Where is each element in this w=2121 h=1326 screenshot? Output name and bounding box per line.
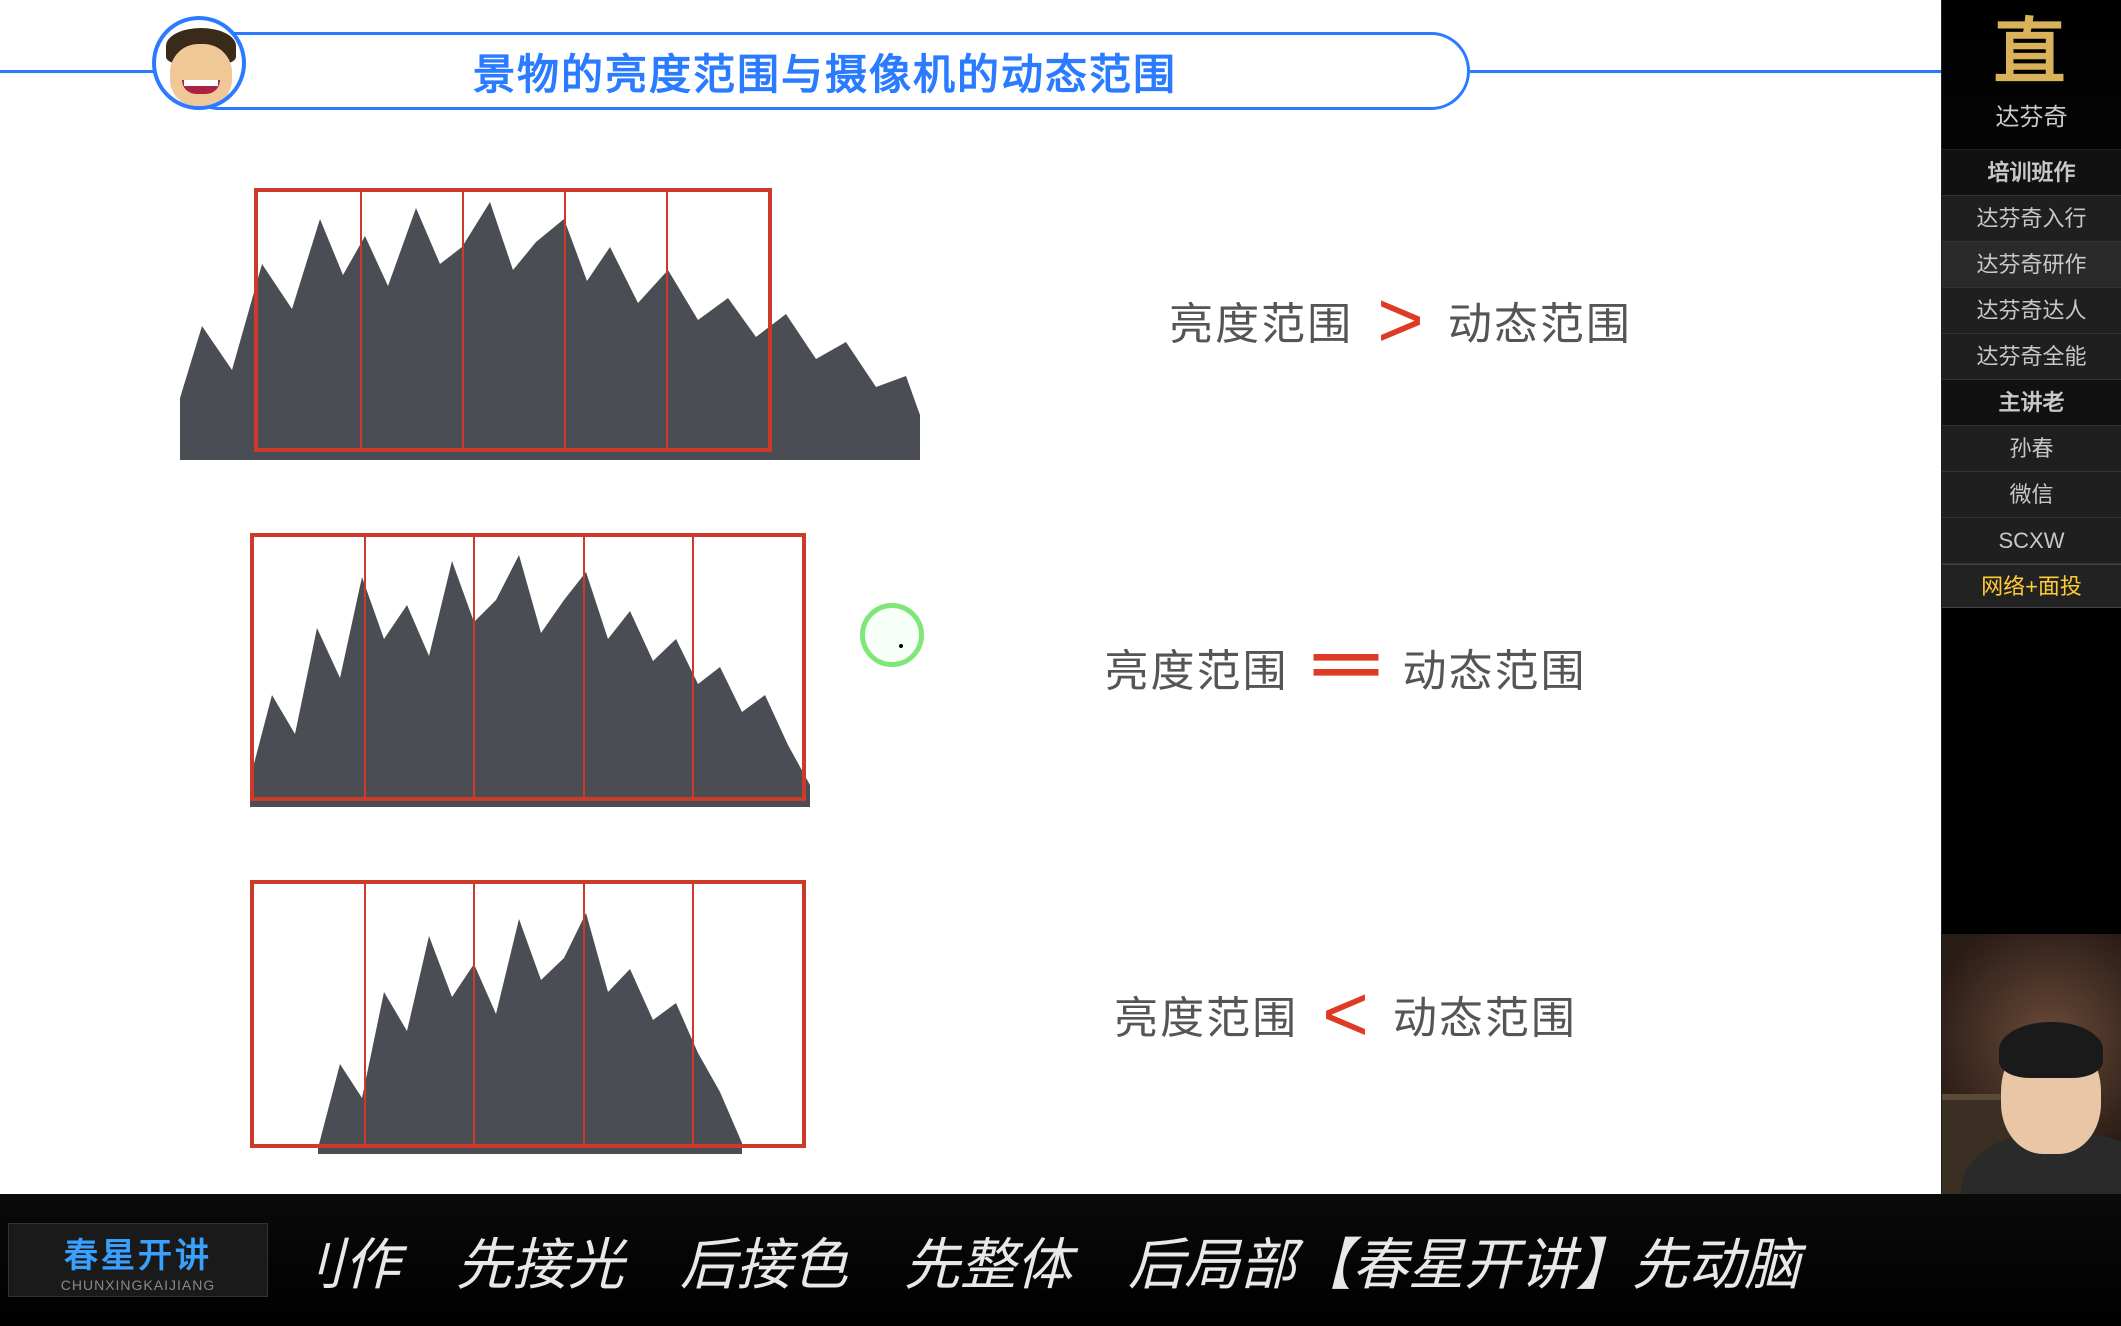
bottom-marquee: 春星开讲 CHUNXINGKAIJIANG 刂作 先接光 后接色 先整体 后局部… xyxy=(0,1194,2121,1326)
diagram-row-gt: 亮度范围 > 动态范围 xyxy=(180,170,1881,470)
title-rule-right xyxy=(1470,70,1941,73)
waveform-gt xyxy=(180,180,920,460)
equation-eq-lhs: 亮度范围 xyxy=(1105,635,1289,699)
sidebar-item-course-4[interactable]: 达芬奇全能 xyxy=(1942,334,2121,380)
equation-lt: 亮度范围 < 动态范围 xyxy=(810,974,1881,1054)
equation-gt: 亮度范围 > 动态范围 xyxy=(920,280,1881,360)
greater-than-icon: > xyxy=(1377,280,1424,360)
sidebar-item-wechat-id: SCXW xyxy=(1942,518,2121,564)
sidebar-item-wechat: 微信 xyxy=(1942,472,2121,518)
equation-gt-rhs: 动态范围 xyxy=(1448,288,1632,352)
sidebar-blank xyxy=(1942,608,2121,934)
marquee-logo-cn: 春星开讲 xyxy=(64,1228,212,1277)
slide-header: 景物的亮度范围与摄像机的动态范围 xyxy=(0,0,1941,150)
equation-lt-lhs: 亮度范围 xyxy=(1114,982,1298,1046)
main-row: 景物的亮度范围与摄像机的动态范围 xyxy=(0,0,2121,1194)
sidebar-accent: 网络+面投 xyxy=(1942,564,2121,608)
presenter-avatar-icon xyxy=(152,16,246,110)
waveform-lt-svg xyxy=(250,874,810,1154)
sidebar-logo: 直 达芬奇 xyxy=(1942,0,2121,150)
sidebar-item-course-1[interactable]: 达芬奇入行 xyxy=(1942,196,2121,242)
sidebar-logo-sub: 达芬奇 xyxy=(1996,97,2068,132)
sidebar-item-course-3[interactable]: 达芬奇达人 xyxy=(1942,288,2121,334)
equation-lt-rhs: 动态范围 xyxy=(1393,982,1577,1046)
sidebar-item-teacher-header: 主讲老 xyxy=(1942,380,2121,426)
waveform-eq-svg xyxy=(250,527,810,807)
marquee-logo: 春星开讲 CHUNXINGKAIJIANG xyxy=(8,1223,268,1297)
waveform-eq xyxy=(250,527,810,807)
marquee-text: 刂作 先接光 后接色 先整体 后局部【春星开讲】先动脑 xyxy=(288,1220,2121,1301)
slide-title: 景物的亮度范围与摄像机的动态范围 xyxy=(180,32,1470,110)
sidebar-item-teacher-name: 孙春 xyxy=(1942,426,2121,472)
waveform-gt-svg xyxy=(180,180,920,460)
sidebar-logo-main: 直 xyxy=(1993,17,2069,89)
presenter-webcam xyxy=(1942,934,2121,1194)
diagram-row-lt: 亮度范围 < 动态范围 xyxy=(180,864,1881,1164)
sidebar-list: 培训班作 达芬奇入行 达芬奇研作 达芬奇达人 达芬奇全能 主讲老 孙春 微信 S… xyxy=(1942,150,2121,564)
equation-gt-lhs: 亮度范围 xyxy=(1169,288,1353,352)
slide-area: 景物的亮度范围与摄像机的动态范围 xyxy=(0,0,1941,1194)
cursor-highlight-icon xyxy=(860,603,924,667)
slide-title-text: 景物的亮度范围与摄像机的动态范围 xyxy=(473,41,1177,102)
less-than-icon: < xyxy=(1322,974,1369,1054)
sidebar-item-training-header: 培训班作 xyxy=(1942,150,2121,196)
equation-eq-rhs: 动态范围 xyxy=(1403,635,1587,699)
sidebar: 直 达芬奇 培训班作 达芬奇入行 达芬奇研作 达芬奇达人 达芬奇全能 主讲老 孙… xyxy=(1941,0,2121,1194)
root: 景物的亮度范围与摄像机的动态范围 xyxy=(0,0,2121,1326)
waveform-lt xyxy=(250,874,810,1154)
diagram-row-eq: 亮度范围 ＝ 动态范围 xyxy=(180,517,1881,817)
equation-eq: 亮度范围 ＝ 动态范围 xyxy=(810,634,1881,700)
sidebar-item-course-2[interactable]: 达芬奇研作 xyxy=(1942,242,2121,288)
diagram-rows: 亮度范围 > 动态范围 xyxy=(0,150,1941,1194)
equals-icon: ＝ xyxy=(1303,634,1389,700)
marquee-logo-en: CHUNXINGKAIJIANG xyxy=(61,1277,215,1293)
